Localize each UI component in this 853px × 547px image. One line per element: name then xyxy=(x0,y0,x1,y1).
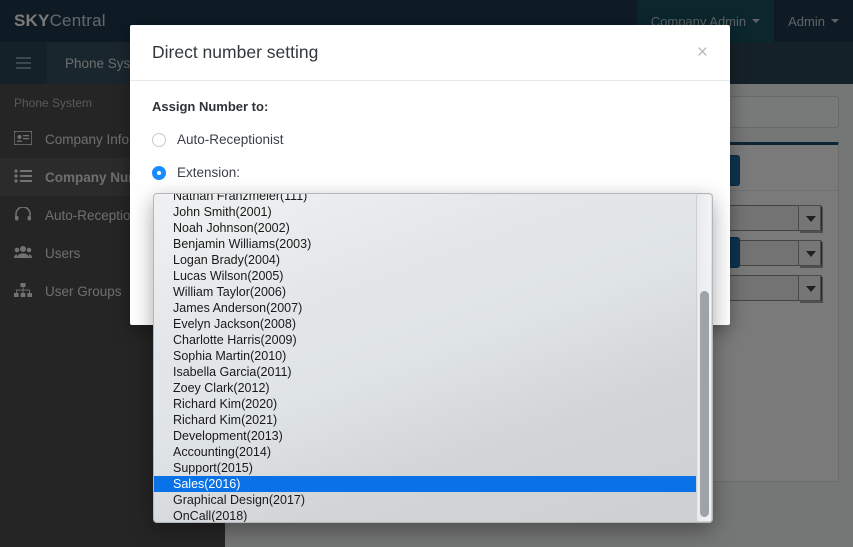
extension-option[interactable]: Evelyn Jackson(2008) xyxy=(154,316,696,332)
modal-title: Direct number setting xyxy=(152,42,319,62)
extension-option[interactable]: Logan Brady(2004) xyxy=(154,252,696,268)
dropdown-scrollbar-thumb[interactable] xyxy=(700,291,709,517)
extension-option[interactable]: Charlotte Harris(2009) xyxy=(154,332,696,348)
extension-option[interactable]: Nathan Franzmeier(111) xyxy=(154,194,696,204)
app-root: SKYCentral Company Admin Admin Phone Sys… xyxy=(0,0,853,547)
radio-option-extension[interactable]: Extension: xyxy=(152,165,708,180)
radio-label: Auto-Receptionist xyxy=(177,132,284,147)
extension-option[interactable]: John Smith(2001) xyxy=(154,204,696,220)
extension-option[interactable]: Accounting(2014) xyxy=(154,444,696,460)
extension-option[interactable]: Isabella Garcia(2011) xyxy=(154,364,696,380)
extension-option[interactable]: Development(2013) xyxy=(154,428,696,444)
chevron-down-icon xyxy=(806,251,816,257)
chevron-down-icon xyxy=(806,216,816,222)
extension-option[interactable]: Support(2015) xyxy=(154,460,696,476)
extension-option[interactable]: Sales(2016) xyxy=(154,476,696,492)
extension-option[interactable]: Richard Kim(2020) xyxy=(154,396,696,412)
extension-option[interactable]: James Anderson(2007) xyxy=(154,300,696,316)
extension-option[interactable]: Graphical Design(2017) xyxy=(154,492,696,508)
radio-label: Extension: xyxy=(177,165,241,180)
close-icon[interactable]: × xyxy=(697,43,708,62)
dropdown-scrollbar[interactable] xyxy=(696,195,711,521)
modal-body: Assign Number to: Auto-Receptionist Exte… xyxy=(130,81,730,180)
extension-option[interactable]: OnCall(2018) xyxy=(154,508,696,522)
extension-option[interactable]: Lucas Wilson(2005) xyxy=(154,268,696,284)
extension-option[interactable]: Richard Kim(2021) xyxy=(154,412,696,428)
radio-button-unchecked[interactable] xyxy=(152,132,166,147)
extension-option-container: Nathan Franzmeier(111) John Smith(2001) No… xyxy=(154,194,696,522)
modal-header: Direct number setting × xyxy=(130,25,730,81)
radio-button-checked[interactable] xyxy=(152,165,166,180)
extension-dropdown-list[interactable]: Nathan Franzmeier(111) John Smith(2001) No… xyxy=(153,193,713,523)
extension-option[interactable]: Zoey Clark(2012) xyxy=(154,380,696,396)
radio-option-auto-receptionist[interactable]: Auto-Receptionist xyxy=(152,132,708,147)
chevron-down-icon xyxy=(806,286,816,292)
extension-option[interactable]: Sophia Martin(2010) xyxy=(154,348,696,364)
extension-option[interactable]: Benjamin Williams(2003) xyxy=(154,236,696,252)
extension-option[interactable]: Noah Johnson(2002) xyxy=(154,220,696,236)
assign-number-label: Assign Number to: xyxy=(152,99,269,114)
extension-option[interactable]: William Taylor(2006) xyxy=(154,284,696,300)
